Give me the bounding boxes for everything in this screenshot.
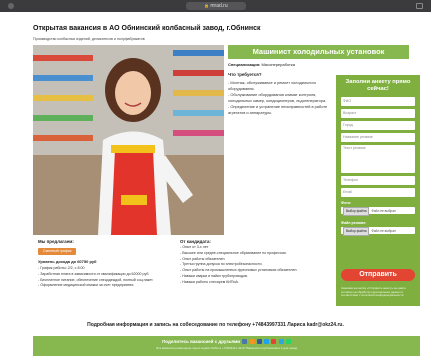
application-form: Заполни анкету прямо сейчас! ФИО Возраст… [336, 75, 420, 306]
list-item: - Навыки работы слесарем КИПиА. [180, 279, 239, 284]
list-item: - Монтаж, обслуживание и ремонт холодиль… [228, 80, 317, 91]
whatsapp-icon[interactable] [285, 339, 291, 345]
candidate-list: - Опыт от 3-х лет - Высшее или средне-сп… [180, 245, 330, 286]
footer-note: Эта вакансия размещена через сервис Рабо… [155, 346, 298, 351]
tw-icon[interactable] [264, 339, 270, 345]
job-title-banner: Машинист холодильных установок [228, 45, 409, 59]
specialization-value: Мясопереработка [261, 62, 295, 67]
consent-text: Нажимая на кнопку «Отправить анкету» вы … [341, 286, 406, 298]
requirements-list: - Монтаж, обслуживание и ремонт холодиль… [228, 80, 333, 116]
resume-file-status: Файл не выбран [371, 229, 396, 233]
resume-text-field[interactable]: Текст резюме [341, 145, 415, 173]
resume-choose-button[interactable]: Выбор файла [343, 227, 370, 236]
schedule-badge: Сменный график [38, 248, 77, 255]
age-field[interactable]: Возраст [341, 109, 415, 118]
telegram-icon[interactable] [278, 339, 284, 345]
tabs-overview-icon[interactable] [416, 3, 423, 9]
ok-icon[interactable] [249, 339, 255, 345]
sidebar-toggle-icon[interactable] [8, 3, 14, 9]
contact-info: Подробная информация и запись на собесед… [87, 322, 344, 328]
page-title: Открытая вакансия в АО Обнинский колбасн… [33, 25, 261, 32]
job-photo [33, 45, 224, 235]
share-row: Поделитесь вакансией с друзьями [33, 339, 420, 345]
browser-toolbar: 🔒mrad.ru [0, 0, 431, 12]
salary: Уровень дохода до 60750 руб [38, 259, 97, 264]
resume-file-label: Файл резюме: [341, 221, 367, 225]
specialization: Специализация: Мясопереработка [228, 62, 295, 67]
list-item: - Оформление медицинской книжки за счет … [38, 283, 135, 288]
offer-title: Мы предлагаем: [38, 239, 74, 244]
address-bar-url: mrad.ru [210, 3, 228, 9]
requirements-title: Что требуется? [228, 72, 262, 77]
resume-title-field[interactable]: Название резюме [341, 133, 415, 142]
form-title: Заполни анкету прямо сейчас! [345, 79, 411, 92]
photo-choose-button[interactable]: Выбор файла [343, 207, 370, 216]
list-item: - Определение и устранение неисправносте… [228, 104, 328, 115]
address-bar[interactable]: 🔒mrad.ru [186, 2, 246, 10]
resume-file-input[interactable]: Выбор файла Файл не выбран [341, 227, 415, 236]
footer: Поделитесь вакансией с друзьями Эта вака… [33, 336, 420, 356]
photo-label: Фото: [341, 201, 352, 205]
mail-icon[interactable] [271, 339, 277, 345]
candidate-title: От кандидата: [180, 239, 211, 244]
photo-file-input[interactable]: Выбор файла Файл не выбран [341, 207, 415, 216]
submit-button[interactable]: Отправить [341, 269, 415, 281]
lock-icon: 🔒 [204, 3, 210, 8]
name-field[interactable]: ФИО [341, 97, 415, 106]
page-subtitle: Производство колбасных изделий, деликате… [33, 37, 145, 41]
vk-icon[interactable] [242, 339, 248, 345]
list-item: - Обслуживание оборудования климат контр… [228, 92, 327, 103]
phone-field[interactable]: Телефон [341, 176, 415, 185]
photo-file-status: Файл не выбран [371, 209, 396, 213]
offer-list: - График работы: 2/2, с 8:00 - Заработна… [38, 266, 173, 289]
email-field[interactable]: Email [341, 188, 415, 197]
city-field[interactable]: Город [341, 121, 415, 130]
specialization-label: Специализация: [228, 62, 261, 67]
share-label: Поделитесь вакансией с друзьями [162, 339, 241, 344]
fb-icon[interactable] [256, 339, 262, 345]
